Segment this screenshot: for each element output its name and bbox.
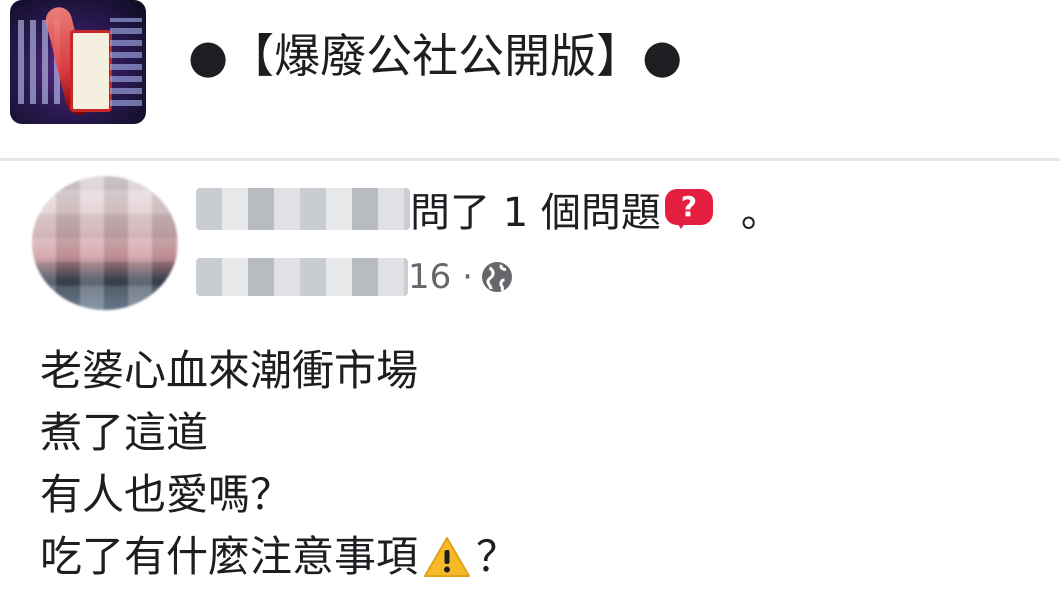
header-divider [0,158,1060,161]
question-action-text: 問了 1 個問題 [410,190,661,236]
post-author-line: 問了 1 個問題 ? 。 [196,178,781,240]
post-line: 煮了這道 [40,408,209,457]
post-timestamp-line: 16 · [196,252,515,302]
group-logo-image[interactable] [10,0,146,124]
sentence-period: 。 [740,190,781,236]
question-mark-end: ？ [476,532,519,581]
group-title[interactable]: ●【爆廢公社公開版】● [188,24,682,88]
question-mark-icon: ? [664,189,713,229]
redacted-author-name[interactable] [196,188,410,230]
facebook-group-post: ●【爆廢公社公開版】● 問了 1 個問題 ? 。 16 · 老婆心血來潮衝市場 … [0,0,1060,596]
warning-icon [424,537,471,577]
post-date-suffix[interactable]: 16 · [408,257,473,297]
post-line: 有人也愛嗎？ [40,470,293,519]
post-line-last: 吃了有什麼注意事項 ？ [40,526,518,588]
author-avatar[interactable] [32,176,178,310]
post-line: 老婆心血來潮衝市場 [40,346,419,395]
post-body: 老婆心血來潮衝市場 煮了這道 有人也愛嗎？ 吃了有什麼注意事項 ？ [40,340,518,588]
redacted-date[interactable] [196,258,408,296]
post-line-text: 吃了有什麼注意事項 [40,532,419,581]
globe-icon[interactable] [479,259,515,295]
group-header: ●【爆廢公社公開版】● [0,0,1060,161]
